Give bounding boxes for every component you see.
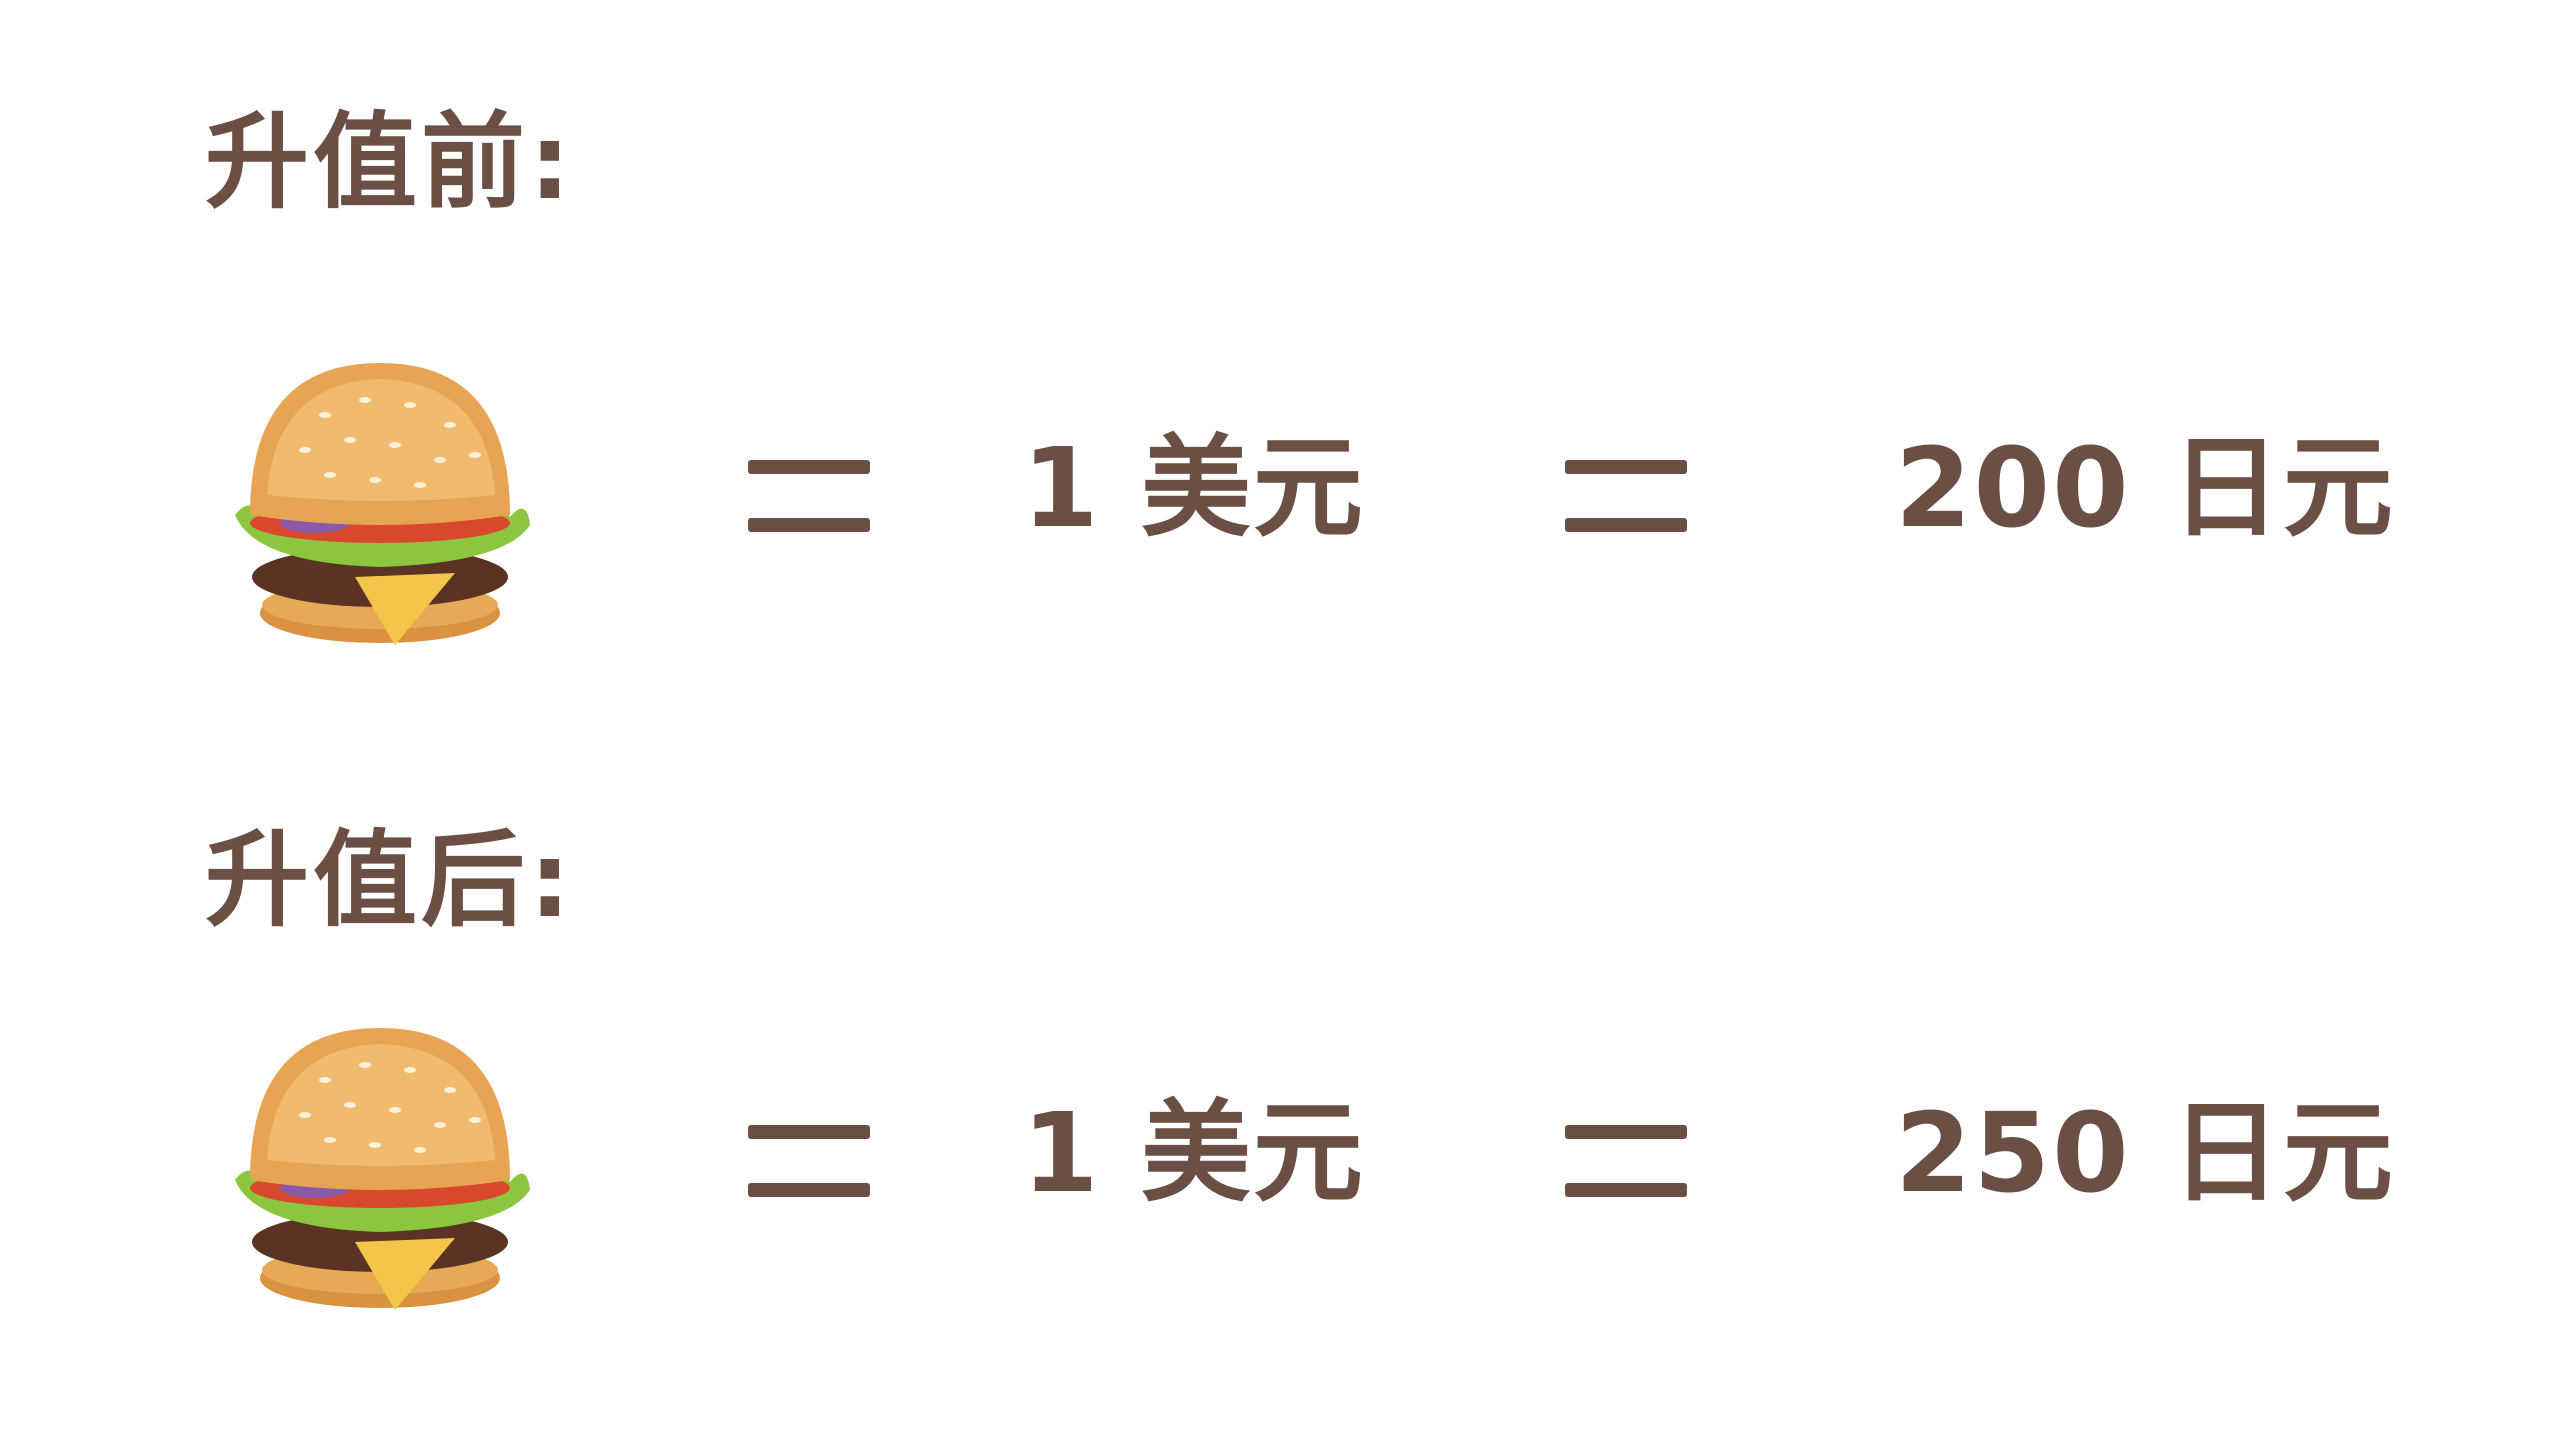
equals-icon: [748, 460, 870, 532]
jpy-amount: 250 日元: [1895, 1089, 2395, 1217]
equals-icon: [748, 1125, 870, 1197]
equation-row-after: 1 美元 250 日元: [0, 1010, 2560, 1330]
hamburger-icon: [205, 345, 555, 655]
hamburger-icon: [205, 1010, 555, 1320]
equals-icon: [1565, 1125, 1687, 1197]
section-label-before: 升值前:: [205, 101, 575, 223]
jpy-amount: 200 日元: [1895, 424, 2395, 552]
section-label-after: 升值后:: [205, 819, 575, 941]
usd-amount: 1 美元: [1022, 424, 1365, 552]
equation-row-before: 1 美元 200 日元: [0, 345, 2560, 665]
usd-amount: 1 美元: [1022, 1089, 1365, 1217]
equals-icon: [1565, 460, 1687, 532]
